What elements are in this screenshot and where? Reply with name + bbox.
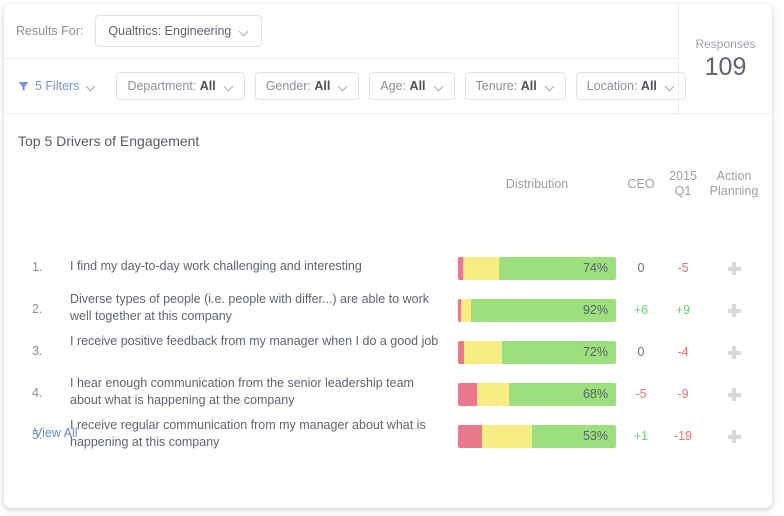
action-planning-add-button[interactable] (704, 341, 764, 364)
filter-pill-location[interactable]: Location: All (575, 72, 686, 100)
distribution-bar[interactable]: 53% (458, 425, 616, 448)
ceo-delta-value: +1 (633, 429, 649, 443)
distribution-bar[interactable]: 68% (458, 383, 616, 406)
chevron-down-icon (339, 82, 348, 91)
row-index: 2. (32, 302, 43, 316)
app-root: Results For: Qualtrics: Engineering 5 Fi… (0, 0, 784, 516)
row-question-text: I hear enough communication from the sen… (70, 376, 414, 407)
filter-pill-value: All (640, 79, 657, 93)
ceo-delta-value: 0 (637, 345, 645, 359)
filter-pill-department[interactable]: Department: All (116, 72, 245, 100)
ceo-delta-value: +6 (633, 303, 649, 317)
results-for-dropdown[interactable]: Qualtrics: Engineering (95, 15, 263, 47)
chevron-down-icon (546, 82, 555, 91)
column-header-previous-year: 2015 (669, 169, 697, 183)
filter-pill-gender[interactable]: Gender: All (254, 72, 360, 100)
bar-percent-label: 72% (582, 345, 608, 359)
filter-pill-value: All (409, 79, 426, 93)
filter-pill-value: All (199, 79, 216, 93)
filter-pill-key: Location: (586, 79, 638, 93)
action-planning-add-button[interactable] (704, 425, 764, 448)
action-planning-add-button[interactable] (704, 383, 764, 406)
filter-pill-value: All (314, 79, 331, 93)
bar-segment-neutral (464, 341, 503, 364)
chevron-down-icon (435, 82, 444, 91)
bar-segment-neutral (461, 299, 471, 322)
ceo-delta-value: 0 (637, 261, 645, 275)
responses-label: Responses (695, 37, 756, 51)
ceo-delta-value: -5 (635, 387, 647, 401)
row-question-text: I find my day-to-day work challenging an… (70, 259, 362, 273)
bar-segment-unfavorable (458, 425, 482, 448)
previous-period-delta-value: +9 (675, 303, 691, 317)
bar-segment-neutral (462, 257, 500, 280)
table-header-row: Distribution CEO 2015 Q1 Action Planning (4, 166, 772, 211)
bar-percent-label: 68% (582, 387, 608, 401)
filter-pill-key: Tenure: (475, 79, 518, 93)
filter-pill-key: Department: (127, 79, 197, 93)
plus-icon (727, 262, 741, 275)
previous-period-delta-value: -9 (677, 387, 689, 401)
column-header-previous-period: 2015 Q1 (660, 169, 706, 199)
row-question-text: I receive regular communication from my … (70, 418, 426, 449)
row-index: 1. (32, 260, 43, 274)
chevron-down-icon (240, 27, 249, 36)
bar-percent-label: 53% (582, 429, 608, 443)
action-planning-add-button[interactable] (704, 299, 764, 322)
distribution-bar[interactable]: 74% (458, 257, 616, 280)
funnel-icon (18, 81, 29, 92)
column-header-previous-quarter: Q1 (674, 184, 692, 198)
row-question-text: I receive positive feedback from my mana… (70, 334, 439, 348)
distribution-bar[interactable]: 72% (458, 341, 616, 364)
previous-period-delta-value: -5 (677, 261, 689, 275)
filters-count-label: 5 Filters (35, 79, 80, 93)
filter-pill-key: Age: (380, 79, 407, 93)
chevron-down-icon (87, 82, 96, 91)
filters-bar: 5 Filters Department: All Gender: All Ag… (4, 59, 686, 114)
column-header-action: Action (716, 169, 752, 183)
results-for-value: Qualtrics: Engineering (108, 24, 232, 38)
bar-percent-label: 74% (582, 261, 608, 275)
results-for-bar: Results For: Qualtrics: Engineering (4, 4, 678, 59)
bar-segment-neutral (476, 383, 509, 406)
results-for-label: Results For: (16, 24, 84, 38)
plus-icon (727, 346, 741, 359)
previous-period-delta-value: -19 (673, 429, 693, 443)
plus-icon (727, 388, 741, 401)
dashboard-card: Results For: Qualtrics: Engineering 5 Fi… (4, 4, 772, 508)
responses-panel: Responses 109 (678, 4, 772, 114)
distribution-bar[interactable]: 92% (458, 299, 616, 322)
previous-period-delta-value: -4 (677, 345, 689, 359)
chevron-down-icon (666, 82, 675, 91)
filters-count-button[interactable]: 5 Filters (18, 79, 96, 93)
responses-count: 109 (704, 53, 747, 81)
filter-pill-key: Gender: (265, 79, 311, 93)
bar-percent-label: 92% (582, 303, 608, 317)
column-header-planning: Planning (709, 184, 759, 198)
filter-pill-value: All (520, 79, 537, 93)
view-all-link[interactable]: View All (34, 426, 78, 440)
page-title: Top 5 Drivers of Engagement (18, 133, 200, 149)
row-question-text: Diverse types of people (i.e. people wit… (70, 292, 429, 323)
plus-icon (727, 304, 741, 317)
filter-pill-age[interactable]: Age: All (369, 72, 455, 100)
column-header-distribution: Distribution (505, 177, 569, 191)
bar-segment-unfavorable (458, 383, 477, 406)
column-header-action-planning: Action Planning (704, 169, 764, 199)
plus-icon (727, 430, 741, 443)
filter-pill-tenure[interactable]: Tenure: All (464, 72, 566, 100)
action-planning-add-button[interactable] (704, 257, 764, 280)
chevron-down-icon (225, 82, 234, 91)
column-header-ceo: CEO (627, 177, 655, 191)
bar-segment-neutral (481, 425, 533, 448)
row-index: 3. (32, 344, 43, 358)
drivers-table: Distribution CEO 2015 Q1 Action Planning… (4, 166, 772, 449)
row-index: 4. (32, 386, 43, 400)
